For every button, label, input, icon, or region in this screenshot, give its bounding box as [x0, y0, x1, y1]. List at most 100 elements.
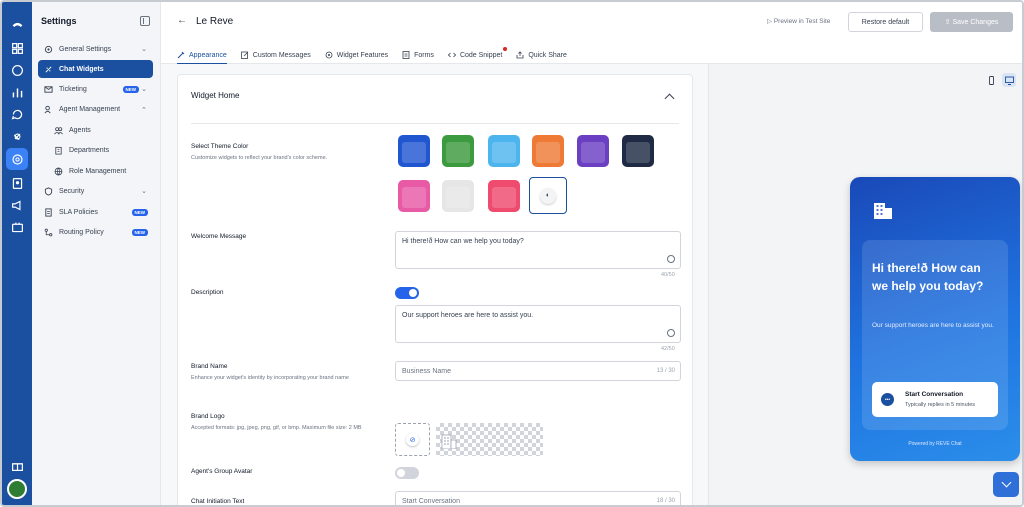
app-window: Settings General Settings ⌄ Chat Widgets… — [0, 0, 1024, 507]
brand-name-counter: 13 / 30 — [656, 368, 675, 374]
sidebar-item-role-management[interactable]: Role Management — [38, 162, 153, 180]
settings-tabs: Appearance Custom Messages Widget Featur… — [177, 46, 581, 65]
campaign-icon[interactable] — [9, 197, 25, 213]
sidebar-item-label: Role Management — [69, 167, 127, 175]
sidebar-item-ticketing[interactable]: Ticketing NEW ⌄ — [38, 80, 153, 98]
brush-icon — [177, 51, 185, 59]
theme-swatch-red[interactable] — [488, 180, 520, 212]
upload-link-icon: ⊘ — [406, 433, 419, 446]
tab-forms[interactable]: Forms — [402, 46, 434, 64]
chevron-down-icon — [1001, 477, 1011, 488]
desktop-view-icon[interactable] — [1002, 73, 1016, 87]
tab-label: Quick Share — [528, 51, 567, 59]
toggle-knob — [409, 289, 417, 297]
theme-swatch-purple[interactable] — [577, 135, 609, 167]
group-avatar-label: Agent's Group Avatar — [191, 468, 253, 475]
sidebar-item-label: Agents — [69, 126, 91, 134]
logo-upload-button[interactable]: ⊘ — [395, 423, 430, 456]
sidebar-item-sla-policies[interactable]: SLA Policies NEW — [38, 203, 153, 221]
description-toggle[interactable] — [395, 287, 419, 299]
tab-quick-share[interactable]: Quick Share — [516, 46, 567, 64]
theme-swatch-light-blue[interactable] — [488, 135, 520, 167]
sidebar-item-agents[interactable]: Agents — [38, 121, 153, 139]
tab-widget-features[interactable]: Widget Features — [325, 46, 388, 64]
dashboard-icon[interactable] — [9, 40, 25, 56]
mobile-view-icon[interactable] — [984, 73, 998, 87]
building-logo-icon — [874, 203, 892, 219]
start-conversation-title: Start Conversation — [905, 391, 964, 398]
theme-swatch-pink[interactable] — [398, 180, 430, 212]
settings-rail-icon[interactable] — [6, 148, 28, 170]
sidebar-item-label: Agent Management — [59, 105, 121, 113]
save-changes-button[interactable]: ⇪ Save Changes — [930, 12, 1013, 32]
tab-code-snippet[interactable]: Code Snippet — [447, 46, 508, 64]
ticket-icon[interactable] — [9, 219, 25, 235]
appearance-panel: Widget Home Select Theme Color Customize… — [161, 64, 709, 505]
group-avatar-toggle[interactable] — [395, 467, 419, 479]
brand-logo-label: Brand Logo — [191, 413, 225, 420]
mail-icon — [43, 84, 53, 94]
theme-color-hint: Customize widgets to reflect your brand'… — [191, 155, 328, 161]
welcome-counter: 40/50 — [661, 272, 675, 278]
description-field[interactable]: Our support heroes are here to assist yo… — [395, 305, 681, 343]
gift-icon[interactable] — [9, 457, 25, 473]
sidebar-item-departments[interactable]: Departments — [38, 141, 153, 159]
shield-icon — [43, 186, 53, 196]
sidebar-item-label: General Settings — [59, 45, 112, 53]
preview-test-site-link[interactable]: ▷ Preview in Test Site — [767, 17, 830, 25]
sidebar-item-agent-management[interactable]: Agent Management ⌄ — [38, 100, 153, 118]
restore-default-button[interactable]: Restore default — [848, 12, 923, 32]
widget-preview-panel: Hi there!ð How can we help you today? Ou… — [709, 64, 1022, 505]
section-title: Widget Home — [191, 91, 240, 100]
back-arrow-icon[interactable]: ← — [177, 15, 187, 26]
theme-swatch-green[interactable] — [442, 135, 474, 167]
sidebar-item-chat-widgets[interactable]: Chat Widgets — [38, 60, 153, 78]
integration-icon[interactable] — [9, 128, 25, 144]
start-conversation-card[interactable]: ••• Start Conversation Typically replies… — [872, 382, 998, 417]
sidebar-item-security[interactable]: Security ⌄ — [38, 182, 153, 200]
chevron-up-icon: ⌄ — [141, 105, 147, 112]
description-label: Description — [191, 289, 224, 296]
tab-custom-messages[interactable]: Custom Messages — [240, 46, 311, 64]
initiation-text-input[interactable]: Start Conversation 18 / 30 — [395, 491, 681, 505]
welcome-message-field[interactable]: Hi there!ð How can we help you today? — [395, 231, 681, 269]
theme-swatch-orange[interactable] — [532, 135, 564, 167]
custom-color-picker[interactable]: ◐ — [529, 177, 567, 214]
chevron-up-icon[interactable] — [664, 93, 675, 104]
widget-minimize-button[interactable] — [993, 472, 1019, 497]
start-conversation-subtitle: Typically replies in 5 minutes — [905, 402, 976, 408]
welcome-message-label: Welcome Message — [191, 233, 247, 240]
bot-icon[interactable] — [9, 106, 25, 122]
theme-swatch-navy[interactable] — [622, 135, 654, 167]
sidebar-title: Settings — [41, 16, 77, 26]
analytics-icon[interactable] — [9, 84, 25, 100]
brand-logo-icon[interactable] — [9, 16, 25, 32]
user-avatar[interactable] — [7, 479, 27, 499]
toggle-knob — [397, 469, 405, 477]
agent-icon — [43, 104, 53, 114]
edit-icon — [240, 51, 249, 59]
brand-name-hint: Enhance your widget's identity by incorp… — [191, 375, 349, 381]
chat-icon[interactable] — [9, 62, 25, 78]
welcome-message-value: Hi there!ð How can we help you today? — [402, 238, 524, 245]
tab-label: Custom Messages — [252, 51, 311, 59]
chat-bubble-icon: ••• — [881, 393, 894, 406]
contacts-icon[interactable] — [9, 175, 25, 191]
collapse-sidebar-icon[interactable] — [140, 16, 150, 26]
routing-icon — [43, 227, 53, 237]
theme-swatch-blue[interactable] — [398, 135, 430, 167]
share-icon — [516, 51, 524, 59]
brand-logo-hint: Accepted formats: jpg, jpeg, png, gif, o… — [191, 425, 362, 431]
tab-appearance[interactable]: Appearance — [177, 46, 227, 65]
description-counter: 42/50 — [661, 346, 675, 352]
theme-swatch-grey[interactable] — [442, 180, 474, 212]
emoji-icon[interactable] — [667, 329, 675, 337]
sidebar-item-routing-policy[interactable]: Routing Policy NEW — [38, 223, 153, 241]
brand-name-input[interactable]: Business Name 13 / 30 — [395, 361, 681, 381]
brand-name-label: Brand Name — [191, 363, 228, 370]
sidebar-item-general-settings[interactable]: General Settings ⌄ — [38, 40, 153, 58]
tab-label: Code Snippet — [459, 51, 503, 59]
feature-icon — [325, 51, 333, 59]
emoji-icon[interactable] — [667, 255, 675, 263]
sidebar-item-label: SLA Policies — [59, 208, 98, 216]
